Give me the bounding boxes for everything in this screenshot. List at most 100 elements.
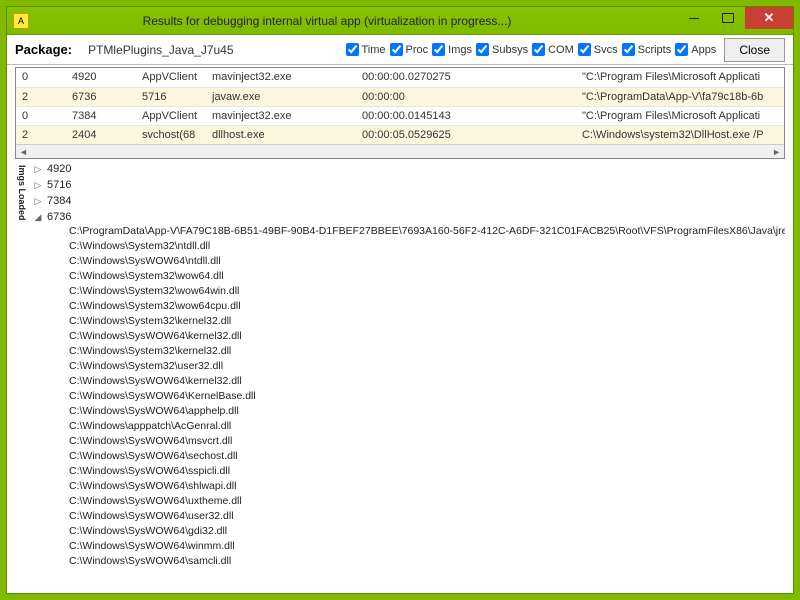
tree-node[interactable]: ▷ 7384 [33,193,785,209]
tree-leaf[interactable]: C:\Windows\SysWOW64\kernel32.dll [69,375,785,390]
filter-label: Imgs [448,44,472,56]
table-row[interactable]: 07384AppVClientmavinject32.exe00:00:00.0… [16,106,784,125]
filter-checkbox[interactable] [476,43,489,56]
filter-scripts[interactable]: Scripts [622,43,672,56]
window-buttons: ✕ [677,7,793,34]
filter-label: Apps [691,44,716,56]
tree-children: C:\ProgramData\App-V\FA79C18B-6B51-49BF-… [33,225,785,570]
tree-node-label: 4920 [47,163,71,175]
window-title: Results for debugging internal virtual a… [37,14,677,28]
tree-node[interactable]: ▷ 5716 [33,177,785,193]
tree-leaf[interactable]: C:\Windows\SysWOW64\sechost.dll [69,450,785,465]
table-cell: "C:\Program Files\Microsoft Applicati [576,106,784,125]
table-row[interactable]: 04920AppVClientmavinject32.exe00:00:00.0… [16,68,784,87]
images-tree[interactable]: ▷ 4920 ▷ 5716 ▷ 7384 ◢ 6736 C:\ProgramData\App-V… [29,161,785,585]
tree-node[interactable]: ▷ 4920 [33,161,785,177]
tree-leaf[interactable]: C:\Windows\SysWOW64\sspicli.dll [69,465,785,480]
tree-leaf[interactable]: C:\Windows\SysWOW64\msvcrt.dll [69,435,785,450]
tree-leaf[interactable]: C:\Windows\SysWOW64\samcli.dll [69,555,785,570]
filter-label: Scripts [638,44,672,56]
filter-imgs[interactable]: Imgs [432,43,472,56]
table-cell: AppVClient [136,68,206,87]
tree-node-expanded[interactable]: ◢ 6736 [33,209,785,225]
tree-leaf[interactable]: C:\Windows\System32\kernel32.dll [69,345,785,360]
filter-com[interactable]: COM [532,43,574,56]
app-icon: A [13,13,29,29]
table-cell: 4920 [66,68,136,87]
content-area: 04920AppVClientmavinject32.exe00:00:00.0… [7,65,793,593]
tree-leaf[interactable]: C:\Windows\SysWOW64\ntdll.dll [69,255,785,270]
table-cell: 5716 [136,87,206,106]
scroll-left-icon[interactable]: ◄ [19,147,28,157]
table-row[interactable]: 22404svchost(68dllhost.exe00:00:05.05296… [16,125,784,144]
maximize-button[interactable] [711,7,745,29]
titlebar[interactable]: A Results for debugging internal virtual… [7,7,793,35]
filter-checkbox[interactable] [675,43,688,56]
filter-label: Time [362,44,386,56]
tree-leaf[interactable]: C:\ProgramData\App-V\FA79C18B-6B51-49BF-… [69,225,785,240]
filter-apps[interactable]: Apps [675,43,716,56]
filter-svcs[interactable]: Svcs [578,43,618,56]
tree-leaf[interactable]: C:\Windows\System32\wow64win.dll [69,285,785,300]
tree-leaf[interactable]: C:\Windows\System32\wow64.dll [69,270,785,285]
horizontal-scrollbar[interactable]: ◄ ► [16,144,784,158]
process-grid[interactable]: 04920AppVClientmavinject32.exe00:00:00.0… [15,67,785,159]
table-row[interactable]: 267365716javaw.exe00:00:00"C:\ProgramDat… [16,87,784,106]
filter-checkbox[interactable] [346,43,359,56]
tree-leaf[interactable]: C:\Windows\SysWOW64\KernelBase.dll [69,390,785,405]
table-cell: 2 [16,125,66,144]
tree-leaf[interactable]: C:\Windows\System32\ntdll.dll [69,240,785,255]
filter-checkbox[interactable] [390,43,403,56]
filter-subsys[interactable]: Subsys [476,43,528,56]
tree-leaf[interactable]: C:\Windows\SysWOW64\uxtheme.dll [69,495,785,510]
table-cell: 0 [16,106,66,125]
package-name: PTMlePlugins_Java_J7u45 [88,43,233,57]
close-button[interactable]: Close [724,38,785,62]
tree-leaf[interactable]: C:\Windows\System32\kernel32.dll [69,315,785,330]
table-cell: AppVClient [136,106,206,125]
tree-leaf[interactable]: C:\Windows\apppatch\AcGenral.dll [69,420,785,435]
expand-icon[interactable]: ▷ [33,164,43,175]
filter-checkbox[interactable] [432,43,445,56]
table-cell: 6736 [66,87,136,106]
collapse-icon[interactable]: ◢ [33,212,43,223]
table-cell: svchost(68 [136,125,206,144]
table-cell: 00:00:05.0529625 [356,125,576,144]
tree-leaf[interactable]: C:\Windows\System32\user32.dll [69,360,785,375]
table-cell: mavinject32.exe [206,106,356,125]
window-close-button[interactable]: ✕ [745,7,793,29]
package-label: Package: [15,42,72,57]
table-cell: 2404 [66,125,136,144]
tree-node-label: 5716 [47,179,71,191]
tree-node-label: 6736 [47,211,71,223]
filter-label: Subsys [492,44,528,56]
tree-node-label: 7384 [47,195,71,207]
filter-label: Svcs [594,44,618,56]
scroll-right-icon[interactable]: ► [772,147,781,157]
expand-icon[interactable]: ▷ [33,196,43,207]
filter-time[interactable]: Time [346,43,386,56]
table-cell: 00:00:00.0145143 [356,106,576,125]
filter-checkbox[interactable] [622,43,635,56]
minimize-button[interactable] [677,7,711,29]
tree-leaf[interactable]: C:\Windows\SysWOW64\kernel32.dll [69,330,785,345]
filter-checkbox[interactable] [532,43,545,56]
tree-leaf[interactable]: C:\Windows\SysWOW64\winmm.dll [69,540,785,555]
table-cell: "C:\ProgramData\App-V\fa79c18b-6b [576,87,784,106]
filter-checkbox[interactable] [578,43,591,56]
tree-leaf[interactable]: C:\Windows\SysWOW64\gdi32.dll [69,525,785,540]
tree-leaf[interactable]: C:\Windows\System32\wow64cpu.dll [69,300,785,315]
toolbar: Package: PTMlePlugins_Java_J7u45 Time Pro… [7,35,793,65]
filter-label: Proc [406,44,429,56]
tree-leaf[interactable]: C:\Windows\SysWOW64\apphelp.dll [69,405,785,420]
filter-proc[interactable]: Proc [390,43,429,56]
table-cell: 00:00:00.0270275 [356,68,576,87]
expand-icon[interactable]: ▷ [33,180,43,191]
table-cell: C:\Windows\system32\DllHost.exe /P [576,125,784,144]
filter-label: COM [548,44,574,56]
table-cell: "C:\Program Files\Microsoft Applicati [576,68,784,87]
tree-leaf[interactable]: C:\Windows\SysWOW64\shlwapi.dll [69,480,785,495]
filter-group: Time Proc Imgs Subsys COM Svcs Scripts Apps [346,43,717,56]
table-cell: 7384 [66,106,136,125]
tree-leaf[interactable]: C:\Windows\SysWOW64\user32.dll [69,510,785,525]
